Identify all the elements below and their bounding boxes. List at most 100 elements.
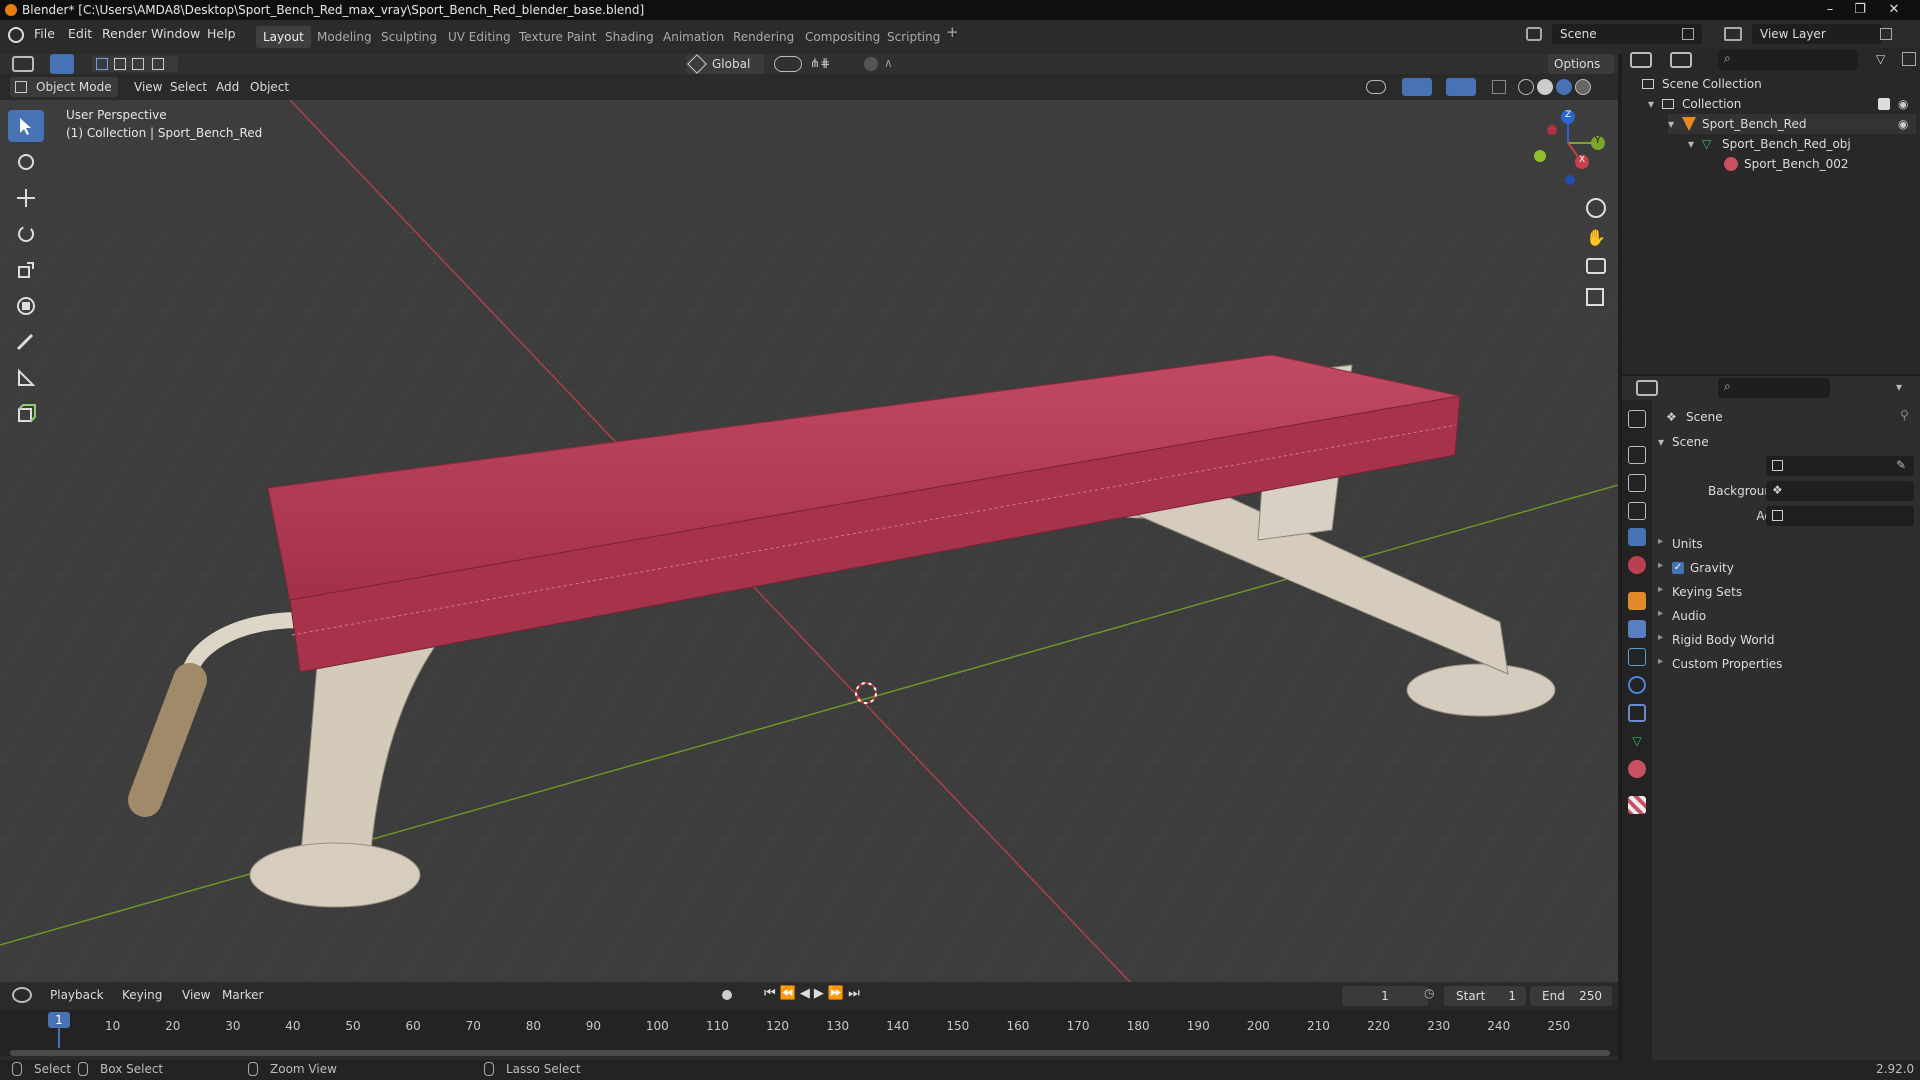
expand-arrow-icon[interactable]: ▸ — [1658, 584, 1663, 595]
scale-tool[interactable] — [8, 254, 44, 286]
tab-texture-paint[interactable]: Texture Paint — [512, 26, 603, 48]
new-view-layer-icon[interactable] — [1880, 28, 1892, 40]
tab-compositing[interactable]: Compositing — [798, 26, 887, 48]
display-mode-icon[interactable] — [1670, 52, 1692, 68]
texture-tab-icon[interactable] — [1628, 796, 1646, 814]
current-frame-field[interactable]: 1 — [1342, 986, 1428, 1006]
minimize-button[interactable]: – — [1816, 0, 1844, 20]
menu-render[interactable]: Render — [102, 26, 147, 41]
menu-edit[interactable]: Edit — [68, 26, 92, 41]
playhead-frame[interactable]: 1 — [48, 1012, 70, 1028]
background-scene-field[interactable] — [1766, 481, 1914, 501]
pan-hand-icon[interactable]: ✋ — [1586, 228, 1606, 248]
tab-sculpting[interactable]: Sculpting — [374, 26, 444, 48]
particles-tab-icon[interactable] — [1628, 648, 1646, 666]
expand-arrow-icon[interactable]: ▾ — [1688, 134, 1694, 154]
expand-arrow-icon[interactable]: ▾ — [1648, 94, 1654, 114]
blender-menu-icon[interactable] — [8, 27, 24, 43]
menu-view[interactable]: View — [128, 77, 168, 97]
section-audio[interactable]: ▸ Audio — [1658, 605, 1914, 627]
xray-toggle-icon[interactable] — [1492, 80, 1506, 94]
move-tool[interactable] — [8, 182, 44, 214]
tab-modeling[interactable]: Modeling — [310, 26, 379, 48]
properties-editor-icon[interactable] — [1636, 380, 1658, 396]
cursor-tool[interactable] — [8, 146, 44, 178]
record-icon[interactable] — [722, 990, 732, 1000]
outliner-row-collection[interactable]: ▾ Collection ◉ — [1648, 94, 1916, 114]
playback-controls[interactable]: ⏮⏪◀▶⏩⏭ — [764, 986, 864, 1001]
material-tab-icon[interactable] — [1628, 760, 1646, 778]
tab-scripting[interactable]: Scripting — [880, 26, 947, 48]
new-scene-icon[interactable] — [1682, 28, 1694, 40]
add-cube-tool[interactable] — [8, 398, 44, 430]
pin-icon[interactable]: ⚲ — [1900, 408, 1909, 422]
scene-tab-icon[interactable] — [1628, 528, 1646, 546]
active-clip-field[interactable] — [1766, 506, 1914, 526]
section-keying-sets[interactable]: ▸ Keying Sets — [1658, 581, 1914, 603]
end-frame-field[interactable]: End 250 — [1530, 986, 1612, 1006]
expand-arrow-icon[interactable]: ▾ — [1668, 114, 1674, 134]
extend-selection-icon[interactable] — [114, 58, 126, 70]
tool-tab-icon[interactable] — [1628, 410, 1646, 428]
start-frame-field[interactable]: Start 1 — [1444, 986, 1526, 1006]
measure-tool[interactable] — [8, 362, 44, 394]
timeline-scrollbar[interactable] — [10, 1050, 1610, 1056]
zoom-icon[interactable] — [1586, 198, 1606, 218]
data-tab-icon[interactable]: ▽ — [1628, 732, 1646, 750]
tab-animation[interactable]: Animation — [656, 26, 731, 48]
scene-icon[interactable] — [1526, 27, 1542, 41]
maximize-button[interactable]: ❐ — [1846, 0, 1874, 20]
set-selection-icon[interactable] — [96, 58, 108, 70]
constraints-tab-icon[interactable] — [1628, 704, 1646, 722]
intersect-selection-icon[interactable] — [152, 58, 164, 70]
camera-view-icon[interactable] — [1586, 258, 1606, 274]
modifier-tab-icon[interactable] — [1628, 620, 1646, 638]
menu-add[interactable]: Add — [210, 77, 245, 97]
wireframe-shading-icon[interactable] — [1518, 79, 1534, 95]
outliner-row-sport-bench-002[interactable]: Sport_Bench_002 — [1724, 154, 1914, 174]
outliner-editor-icon[interactable] — [1630, 52, 1652, 68]
section-gravity[interactable]: ▸ ✓ Gravity — [1658, 557, 1914, 579]
output-tab-icon[interactable] — [1628, 474, 1646, 492]
proportional-editing-icon[interactable] — [864, 57, 878, 71]
select-tool-icon[interactable] — [50, 54, 74, 74]
collection-checkbox[interactable] — [1878, 98, 1890, 110]
outliner-row-scene-collection[interactable]: Scene Collection — [1642, 74, 1912, 94]
visibility-eye-icon[interactable]: ◉ — [1898, 94, 1908, 114]
overlay-toggle-icon[interactable] — [1446, 78, 1476, 96]
expand-arrow-icon[interactable]: ▸ — [1658, 536, 1663, 547]
eyedropper-icon[interactable]: ✎ — [1896, 458, 1906, 472]
menu-select[interactable]: Select — [164, 77, 213, 97]
outliner-search-input[interactable] — [1718, 50, 1858, 70]
view-layer-icon[interactable] — [1724, 27, 1742, 41]
filter-icon[interactable]: ▽ — [1876, 52, 1896, 68]
timeline-editor-icon[interactable] — [12, 987, 32, 1003]
expand-arrow-icon[interactable]: ▸ — [1658, 632, 1663, 643]
gizmo-toggle-icon[interactable] — [1402, 78, 1432, 96]
pivot-point-icon[interactable] — [774, 56, 802, 72]
snap-icon[interactable]: ⋔⋕ — [810, 56, 856, 72]
section-rigid-body-world[interactable]: ▸ Rigid Body World — [1658, 629, 1914, 651]
close-window-button[interactable]: ✕ — [1880, 0, 1908, 20]
physics-tab-icon[interactable] — [1628, 676, 1646, 694]
menu-marker[interactable]: Marker — [216, 985, 269, 1005]
clock-icon[interactable]: ◷ — [1424, 986, 1434, 1000]
expand-arrow-icon[interactable]: ▸ — [1658, 656, 1663, 667]
tab-rendering[interactable]: Rendering — [726, 26, 801, 48]
editor-type-icon[interactable] — [12, 56, 34, 72]
menu-file[interactable]: File — [34, 26, 55, 41]
expand-arrow-icon[interactable]: ▸ — [1658, 560, 1663, 571]
gravity-checkbox[interactable]: ✓ — [1672, 562, 1684, 574]
tab-shading[interactable]: Shading — [598, 26, 661, 48]
annotate-tool[interactable] — [8, 326, 44, 358]
falloff-icon[interactable]: ∧ — [884, 56, 904, 72]
menu-playback[interactable]: Playback — [44, 985, 110, 1005]
menu-object[interactable]: Object — [244, 77, 295, 97]
menu-view-timeline[interactable]: View — [176, 985, 216, 1005]
view-layer-tab-icon[interactable] — [1628, 502, 1646, 520]
3d-viewport[interactable]: Z Y X ✋ User Perspective (1) Collection … — [0, 100, 1618, 982]
object-tab-icon[interactable] — [1628, 592, 1646, 610]
scene-field[interactable]: Scene — [1552, 24, 1702, 44]
visibility-icon[interactable] — [1366, 80, 1386, 94]
camera-field[interactable] — [1766, 456, 1914, 476]
